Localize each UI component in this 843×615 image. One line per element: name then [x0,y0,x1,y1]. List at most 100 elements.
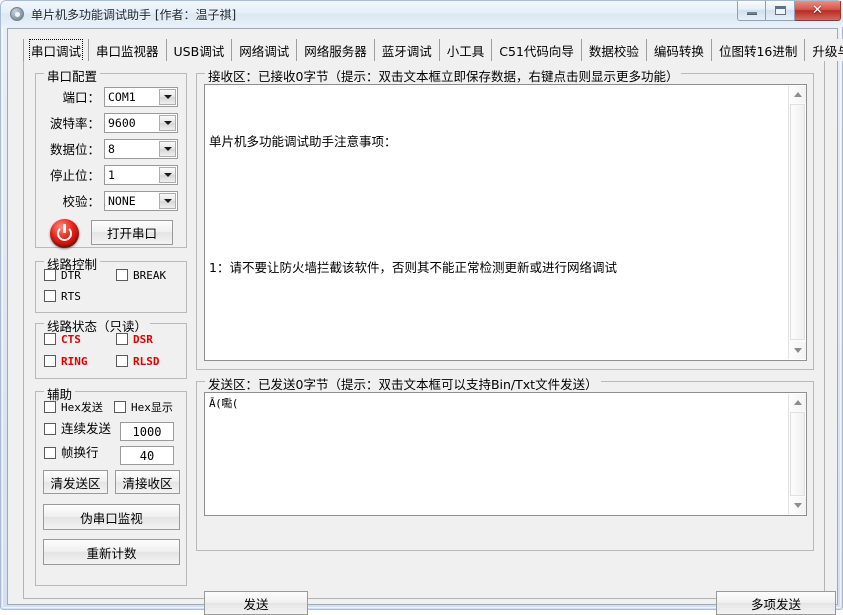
receive-line: 1：请不要让防火墙拦截该软件，否则其不能正常检测更新或进行网络调试 [209,260,617,275]
tab-label: 网络调试 [239,43,290,59]
port-combobox[interactable]: COM1 [104,86,178,107]
tab-encoding-convert[interactable]: 编码转换 [646,39,712,61]
tab-tools[interactable]: 小工具 [439,39,493,61]
port-label: 端口： [62,90,100,105]
checkbox-box[interactable] [116,269,128,281]
tab-serial-debug[interactable]: 串口调试 [23,38,90,62]
tab-upgrade-config[interactable]: 升级与配置 [805,39,843,61]
tab-label: USB调试 [173,43,225,59]
scroll-down-icon[interactable] [789,342,806,359]
stopbits-label: 停止位： [49,168,100,183]
receive-spacer [209,320,786,341]
title-bar: 单片机多功能调试助手 [作者：温子祺] ✕ [1,1,843,27]
chevron-down-icon[interactable] [159,166,176,183]
tab-label: 数据校验 [588,43,639,59]
scrollbar-thumb[interactable] [790,412,805,496]
open-serial-port-button[interactable]: 打开串口 [91,220,173,245]
parity-combobox[interactable]: NONE [104,190,178,211]
tab-bar: 串口调试 串口监视器 USB调试 网络调试 网络服务器 蓝牙调试 小工具 C51… [23,38,843,62]
receive-spacer [209,194,786,215]
checkbox-label: RING [61,354,88,368]
maximize-icon [774,6,786,15]
power-icon[interactable] [50,219,79,248]
receive-vertical-scrollbar[interactable] [788,86,806,359]
send-vertical-scrollbar[interactable] [788,394,806,514]
checkbox-label: RLSD [133,354,160,368]
scroll-down-icon[interactable] [789,497,806,514]
tab-usb-debug[interactable]: USB调试 [166,39,233,61]
parity-row: 校验： NONE [42,190,178,211]
chevron-down-icon[interactable] [159,88,176,105]
checkbox-box[interactable] [44,269,56,281]
send-area-title: 发送区：已发送0字节（提示：双击文本框可以支持Bin/Txt文件发送） [205,374,601,393]
checkbox-box[interactable] [44,423,56,436]
checkbox-continuous-send[interactable]: 连续发送 [44,421,112,436]
checkbox-box[interactable] [44,401,56,413]
checkbox-box[interactable] [44,290,56,302]
checkbox-box [116,333,128,345]
baudrate-label: 波特率： [49,116,100,131]
clear-receive-area-button[interactable]: 清接收区 [115,470,180,494]
tab-c51-code-wizard[interactable]: C51代码向导 [492,39,582,61]
line-control-group: 线路控制 DTR BREAK RTS [35,254,187,313]
checkbox-box [44,333,56,345]
tab-label: 蓝牙调试 [381,43,432,59]
pseudo-serial-monitor-button[interactable]: 伪串口监视 [43,504,180,530]
frame-newline-length-input[interactable]: 40 [120,446,174,465]
parity-value: NONE [108,193,136,208]
multi-send-button[interactable]: 多项发送 [716,591,836,615]
databits-combobox[interactable]: 8 [104,138,178,159]
tab-label: 位图转16进制 [718,43,798,59]
close-icon: ✕ [812,3,823,18]
scroll-up-icon[interactable] [789,86,806,103]
port-row: 端口： COM1 [42,86,178,107]
stopbits-combobox[interactable]: 1 [104,164,178,185]
checkbox-label: Hex发送 [61,400,103,414]
tab-label: 网络服务器 [304,43,367,59]
maximize-button[interactable] [766,1,795,21]
checkbox-hex-send[interactable]: Hex发送 [44,401,103,413]
minimize-button[interactable] [737,1,766,21]
checkbox-label: 帧换行 [61,445,99,460]
continuous-send-interval-input[interactable]: 1000 [120,422,174,441]
tab-bluetooth-debug[interactable]: 蓝牙调试 [374,39,440,61]
receive-textarea[interactable]: 单片机多功能调试助手注意事项： 1：请不要让防火墙拦截该软件，否则其不能正常检测… [204,84,807,361]
checkbox-label: CTS [61,332,81,346]
chevron-down-icon[interactable] [159,114,176,131]
receive-area-title: 接收区：已接收0字节（提示：双击文本框立即保存数据，右键点击则显示更多功能） [205,66,682,85]
baudrate-combobox[interactable]: 9600 [104,112,178,133]
checkbox-box[interactable] [44,447,56,460]
checkbox-box[interactable] [114,401,126,413]
checkbox-label: RTS [61,289,81,303]
tab-data-checksum[interactable]: 数据校验 [581,39,647,61]
scrollbar-thumb[interactable] [790,104,805,340]
tab-network-debug[interactable]: 网络调试 [232,39,298,61]
checkbox-rts[interactable]: RTS [44,290,81,302]
checkbox-box [44,355,56,367]
checkbox-break[interactable]: BREAK [116,269,166,281]
tab-panel-serial-debug: 串口配置 端口： COM1 波特率： 9600 数据位： 8 停止位： 1 校验… [23,61,836,615]
checkbox-cts: CTS [44,333,81,345]
send-button[interactable]: 发送 [204,591,308,615]
chevron-down-icon[interactable] [159,192,176,209]
checkbox-ring: RING [44,355,88,367]
recount-button[interactable]: 重新计数 [43,539,180,565]
chevron-down-icon[interactable] [159,140,176,157]
tab-label: C51代码向导 [499,43,574,59]
close-button[interactable]: ✕ [795,1,841,21]
checkbox-frame-newline[interactable]: 帧换行 [44,445,99,460]
checkbox-label: 连续发送 [61,421,112,436]
clear-send-area-button[interactable]: 清发送区 [43,470,108,494]
checkbox-label: DTR [61,268,81,282]
checkbox-hex-display[interactable]: Hex显示 [114,401,173,413]
scroll-up-icon[interactable] [789,394,806,411]
checkbox-box [116,355,128,367]
app-gear-icon [9,6,26,23]
send-area-group: 发送区：已发送0字节（提示：双击文本框可以支持Bin/Txt文件发送） Ā(嚸( [196,374,814,551]
tab-bitmap-to-hex[interactable]: 位图转16进制 [711,39,806,61]
tab-label: 升级与配置 [812,43,843,59]
send-textarea[interactable]: Ā(嚸( [204,392,807,516]
tab-network-server[interactable]: 网络服务器 [297,39,375,61]
checkbox-dtr[interactable]: DTR [44,269,81,281]
tab-serial-monitor[interactable]: 串口监视器 [89,39,167,61]
